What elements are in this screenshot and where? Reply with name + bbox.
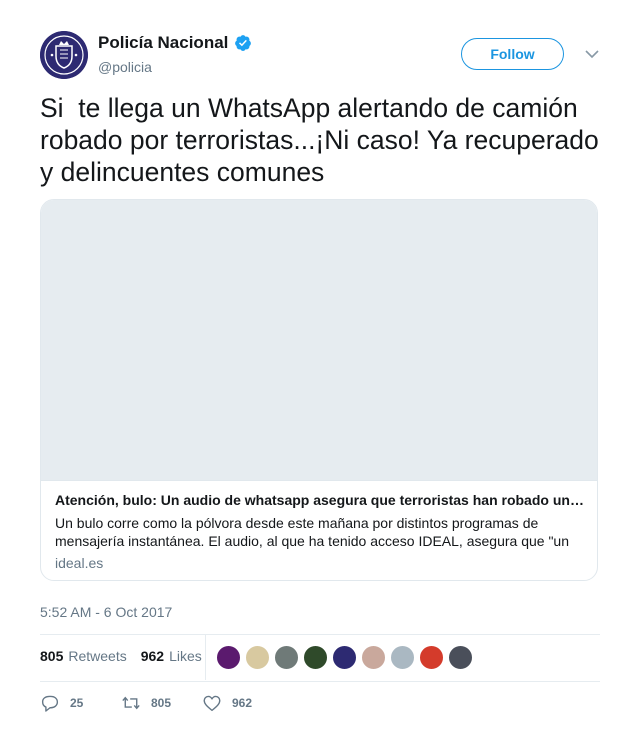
chevron-down-icon[interactable] [584,48,600,60]
tweet-timestamp[interactable]: 5:52 AM - 6 Oct 2017 [40,604,172,620]
liker-avatar[interactable] [274,645,299,670]
reply-icon [41,695,59,712]
retweet-count: 805 [151,696,172,710]
liker-avatar[interactable] [245,645,270,670]
retweet-action[interactable]: 805 [121,694,171,712]
retweets-stat[interactable]: 805 Retweets [40,648,127,664]
liker-avatar[interactable] [448,645,473,670]
liker-avatar[interactable] [332,645,357,670]
card-image[interactable] [41,200,597,481]
likes-stat[interactable]: 962 Likes [141,648,202,664]
link-card[interactable]: Atención, bulo: Un audio de whatsapp ase… [40,199,598,581]
like-action[interactable]: 962 [202,694,252,712]
account-avatar[interactable] [40,31,88,79]
policia-nacional-crest-icon [40,31,88,79]
display-name[interactable]: Policía Nacional [98,33,228,53]
follow-button[interactable]: Follow [461,38,564,70]
reply-count: 25 [70,696,84,710]
retweets-count: 805 [40,648,64,664]
card-description: Un bulo corre como la pólvora desde este… [55,515,569,549]
heart-icon [203,695,221,712]
verified-badge-icon [235,35,252,51]
retweet-icon [122,696,140,710]
liker-avatar[interactable] [361,645,386,670]
stats-separator [205,635,206,680]
account-handle[interactable]: @policia [98,59,152,75]
account-name[interactable]: Policía Nacional [98,33,252,53]
reply-action[interactable]: 25 [40,694,83,712]
divider [40,634,600,635]
likers-avatars [216,645,477,670]
liker-avatar[interactable] [216,645,241,670]
likes-label: Likes [169,648,202,664]
retweets-label: Retweets [68,648,127,664]
like-count: 962 [232,696,253,710]
card-domain: ideal.es [55,555,104,571]
card-title[interactable]: Atención, bulo: Un audio de whatsapp ase… [55,492,585,508]
liker-avatar[interactable] [303,645,328,670]
tweet-stats: 805 Retweets 962 Likes [40,648,216,664]
tweet-text: Si te llega un WhatsApp alertando de cam… [40,93,607,187]
likes-count: 962 [140,648,165,664]
divider [40,681,600,682]
liker-avatar[interactable] [390,645,415,670]
liker-avatar[interactable] [419,645,444,670]
